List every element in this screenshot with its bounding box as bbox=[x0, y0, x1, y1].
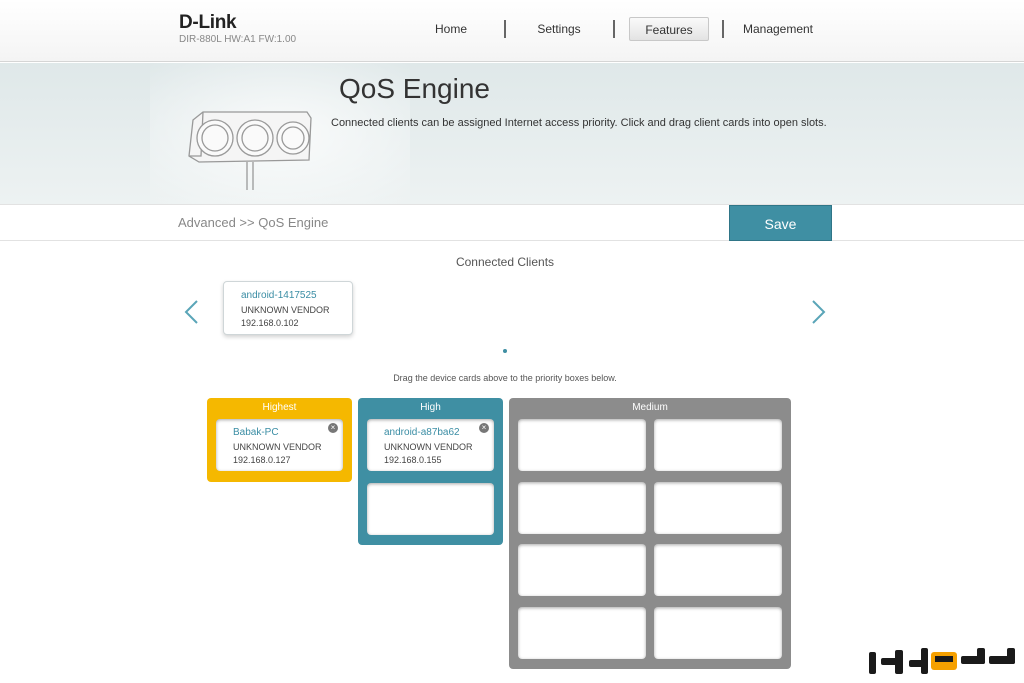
remove-icon[interactable]: × bbox=[479, 423, 489, 433]
nav-features[interactable]: Features bbox=[629, 17, 709, 41]
feature-banner bbox=[0, 63, 1024, 204]
client-card[interactable]: android-1417525 UNKNOWN VENDOR 192.168.0… bbox=[223, 281, 353, 335]
nav-divider bbox=[613, 20, 615, 38]
client-vendor: UNKNOWN VENDOR bbox=[241, 305, 330, 315]
page-title: QoS Engine bbox=[339, 73, 490, 104]
empty-slot[interactable] bbox=[367, 483, 494, 535]
client-ip: 192.168.0.102 bbox=[241, 318, 299, 328]
nav-divider bbox=[504, 20, 506, 38]
remove-icon[interactable]: × bbox=[328, 423, 338, 433]
client-name: Babak-PC bbox=[233, 427, 279, 438]
priority-label-medium: Medium bbox=[632, 402, 668, 413]
nav-management[interactable]: Management bbox=[740, 17, 816, 41]
empty-slot[interactable] bbox=[654, 482, 782, 534]
chevron-left-icon[interactable] bbox=[182, 298, 202, 326]
model-info: DIR-880L HW:A1 FW:1.00 bbox=[179, 34, 297, 45]
priority-box-medium: Medium bbox=[509, 398, 791, 669]
client-vendor: UNKNOWN VENDOR bbox=[384, 442, 473, 452]
client-ip: 192.168.0.127 bbox=[233, 455, 291, 465]
priority-label-high: High bbox=[420, 402, 441, 413]
drag-hint: Drag the device cards above to the prior… bbox=[393, 373, 617, 383]
priority-box-highest: Highest Babak-PC UNKNOWN VENDOR 192.168.… bbox=[207, 398, 352, 482]
connected-clients-title: Connected Clients bbox=[455, 255, 555, 269]
empty-slot[interactable] bbox=[654, 544, 782, 596]
chevron-right-icon[interactable] bbox=[808, 298, 828, 326]
empty-slot[interactable] bbox=[654, 607, 782, 659]
empty-slot[interactable] bbox=[518, 607, 646, 659]
nav-settings[interactable]: Settings bbox=[528, 17, 590, 41]
traffic-light-icon bbox=[188, 111, 312, 190]
priority-label-highest: Highest bbox=[262, 402, 297, 413]
nav-home[interactable]: Home bbox=[420, 17, 482, 41]
empty-slot[interactable] bbox=[518, 482, 646, 534]
empty-slot[interactable] bbox=[518, 544, 646, 596]
client-ip: 192.168.0.155 bbox=[384, 455, 442, 465]
empty-slot[interactable] bbox=[654, 419, 782, 471]
top-header: D-Link DIR-880L HW:A1 FW:1.00 Home Setti… bbox=[0, 0, 1024, 62]
nav-divider bbox=[722, 20, 724, 38]
page-description: Connected clients can be assigned Intern… bbox=[331, 117, 827, 129]
dlink-logo[interactable]: D-Link bbox=[179, 12, 237, 34]
client-vendor: UNKNOWN VENDOR bbox=[233, 442, 322, 452]
priority-box-high: High android-a87ba62 UNKNOWN VENDOR 192.… bbox=[358, 398, 503, 545]
pager-dot[interactable] bbox=[503, 349, 507, 353]
breadcrumb-bar bbox=[0, 204, 1024, 241]
client-card[interactable]: Babak-PC UNKNOWN VENDOR 192.168.0.127 × bbox=[216, 419, 343, 471]
client-card[interactable]: android-a87ba62 UNKNOWN VENDOR 192.168.0… bbox=[367, 419, 494, 471]
breadcrumb: Advanced >> QoS Engine bbox=[178, 215, 329, 230]
client-name: android-1417525 bbox=[241, 290, 317, 301]
save-button[interactable]: Save bbox=[729, 205, 832, 241]
empty-slot[interactable] bbox=[518, 419, 646, 471]
watermark-logo bbox=[869, 648, 1015, 674]
client-name: android-a87ba62 bbox=[384, 427, 460, 438]
